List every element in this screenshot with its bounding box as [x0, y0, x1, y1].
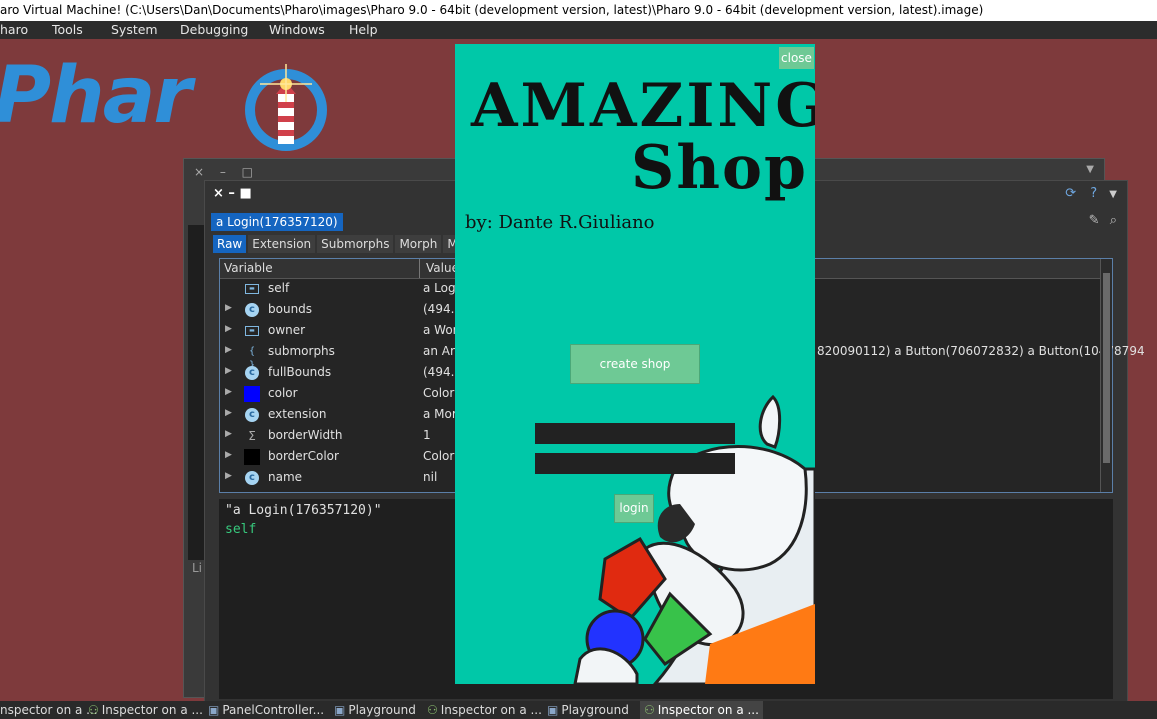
- tab-extension[interactable]: Extension: [248, 235, 316, 253]
- row-name: borderColor: [268, 449, 339, 463]
- inspector-icon: ⚇: [427, 703, 438, 717]
- menu-system[interactable]: System: [111, 21, 158, 39]
- editor-code-line: self: [225, 522, 257, 537]
- expand-arrow-icon[interactable]: ▶: [225, 387, 232, 397]
- tab-submorphs[interactable]: Submorphs: [317, 235, 394, 253]
- expand-arrow-icon[interactable]: ▶: [225, 324, 232, 334]
- expand-arrow-icon[interactable]: ▶: [225, 345, 232, 355]
- class-icon: c: [245, 303, 259, 317]
- taskbar: nspector on a ... ⚇ Inspector on a ... ▣ P…: [0, 701, 1157, 719]
- login-button[interactable]: login: [614, 494, 654, 523]
- username-field[interactable]: [535, 423, 735, 444]
- inspector-subtabs: Raw Extension Submorphs Morph M: [213, 235, 464, 253]
- taskbar-item[interactable]: ▣ Playground: [547, 701, 629, 719]
- taskbar-item[interactable]: ▣ Playground: [334, 701, 416, 719]
- row-value: Color: [423, 449, 455, 463]
- class-icon: c: [245, 366, 259, 380]
- row-name: owner: [268, 323, 306, 337]
- playground-icon: ▣: [334, 703, 346, 717]
- os-window-title: aro Virtual Machine! (C:\Users\Dan\Docum…: [0, 0, 1157, 21]
- row-value: 1: [423, 428, 431, 442]
- array-icon: { }: [248, 346, 256, 371]
- menubar: haro Tools System Debugging Windows Help: [0, 21, 1157, 39]
- expand-arrow-icon[interactable]: ▶: [225, 366, 232, 376]
- tab-raw[interactable]: Raw: [213, 235, 247, 253]
- playground-icon: ▣: [208, 703, 220, 717]
- edit-icon[interactable]: ✎: [1089, 213, 1100, 228]
- app-title-line2: Shop: [631, 133, 808, 203]
- row-name: extension: [268, 407, 327, 421]
- scrollbar-thumb[interactable]: [1103, 273, 1110, 463]
- column-separator[interactable]: [419, 259, 420, 278]
- tab-morph[interactable]: Morph: [395, 235, 442, 253]
- window-icon: ▬: [245, 326, 259, 336]
- window-controls[interactable]: × – ■: [213, 186, 252, 201]
- menu-pharo[interactable]: haro: [0, 21, 28, 39]
- row-name: submorphs: [268, 344, 335, 358]
- row-value: nil: [423, 470, 438, 484]
- expand-arrow-icon[interactable]: ▶: [225, 303, 232, 313]
- column-variable[interactable]: Variable: [224, 261, 273, 275]
- color-swatch-icon: [244, 386, 260, 402]
- search-icon[interactable]: ⌕: [1110, 213, 1117, 228]
- row-name: color: [268, 386, 298, 400]
- amazing-shop-window[interactable]: close AMAZING Shop by: Dante R.Giuliano …: [455, 44, 815, 684]
- column-value[interactable]: Value: [426, 261, 459, 275]
- color-swatch-icon: [244, 449, 260, 465]
- expand-arrow-icon[interactable]: ▶: [225, 450, 232, 460]
- lighthouse-icon: [245, 64, 327, 151]
- row-name: borderWidth: [268, 428, 343, 442]
- password-field[interactable]: [535, 453, 735, 474]
- row-value: a Logi: [423, 281, 459, 295]
- menu-debugging[interactable]: Debugging: [180, 21, 248, 39]
- playground-icon: ▣: [547, 703, 559, 717]
- class-icon: c: [245, 471, 259, 485]
- chevron-down-icon[interactable]: ▼: [1086, 164, 1094, 175]
- window-toolbar: ⟳ ? ▼: [1065, 186, 1117, 201]
- expand-arrow-icon[interactable]: ▶: [225, 471, 232, 481]
- app-byline: by: Dante R.Giuliano: [465, 212, 655, 233]
- taskbar-item[interactable]: ▣ PanelController...: [208, 701, 324, 719]
- expand-arrow-icon[interactable]: ▶: [225, 429, 232, 439]
- table-scrollbar[interactable]: [1100, 259, 1112, 492]
- window-icon: ▬: [245, 284, 259, 294]
- back-window-controls[interactable]: × – □: [194, 165, 259, 179]
- help-icon[interactable]: ?: [1090, 186, 1097, 201]
- menu-help[interactable]: Help: [349, 21, 378, 39]
- sigma-icon: Σ: [248, 429, 256, 443]
- inspector-tab-title[interactable]: a Login(176357120): [211, 213, 343, 231]
- taskbar-item[interactable]: ⚇ Inspector on a ...: [640, 701, 763, 719]
- taskbar-item[interactable]: ⚇ Inspector on a ...: [427, 701, 542, 719]
- row-name: name: [268, 470, 303, 484]
- menu-tools[interactable]: Tools: [52, 21, 83, 39]
- taskbar-item[interactable]: ⚇ Inspector on a ...: [88, 701, 203, 719]
- row-name: bounds: [268, 302, 313, 316]
- expand-arrow-icon[interactable]: ▶: [225, 408, 232, 418]
- chevron-down-icon[interactable]: ▼: [1109, 189, 1117, 200]
- pane-toolbar: ✎ ⌕: [1089, 213, 1117, 228]
- row-value-tail: 820090112) a Button(706072832) a Button(…: [817, 344, 1145, 358]
- inspector-icon: ⚇: [644, 703, 655, 717]
- pharo-logo: Phar: [0, 48, 340, 163]
- row-name: self: [268, 281, 290, 295]
- row-name: fullBounds: [268, 365, 332, 379]
- taskbar-item[interactable]: nspector on a ...: [0, 701, 98, 719]
- refresh-icon[interactable]: ⟳: [1065, 186, 1076, 201]
- row-value: Color: [423, 386, 455, 400]
- inspector-icon: ⚇: [88, 703, 99, 717]
- menu-windows[interactable]: Windows: [269, 21, 325, 39]
- create-shop-button[interactable]: create shop: [570, 344, 700, 384]
- back-window-label: Li: [192, 561, 203, 575]
- pharo-logo-text: Phar: [0, 51, 192, 141]
- class-icon: c: [245, 408, 259, 422]
- editor-comment-line: "a Login(176357120)": [225, 503, 382, 518]
